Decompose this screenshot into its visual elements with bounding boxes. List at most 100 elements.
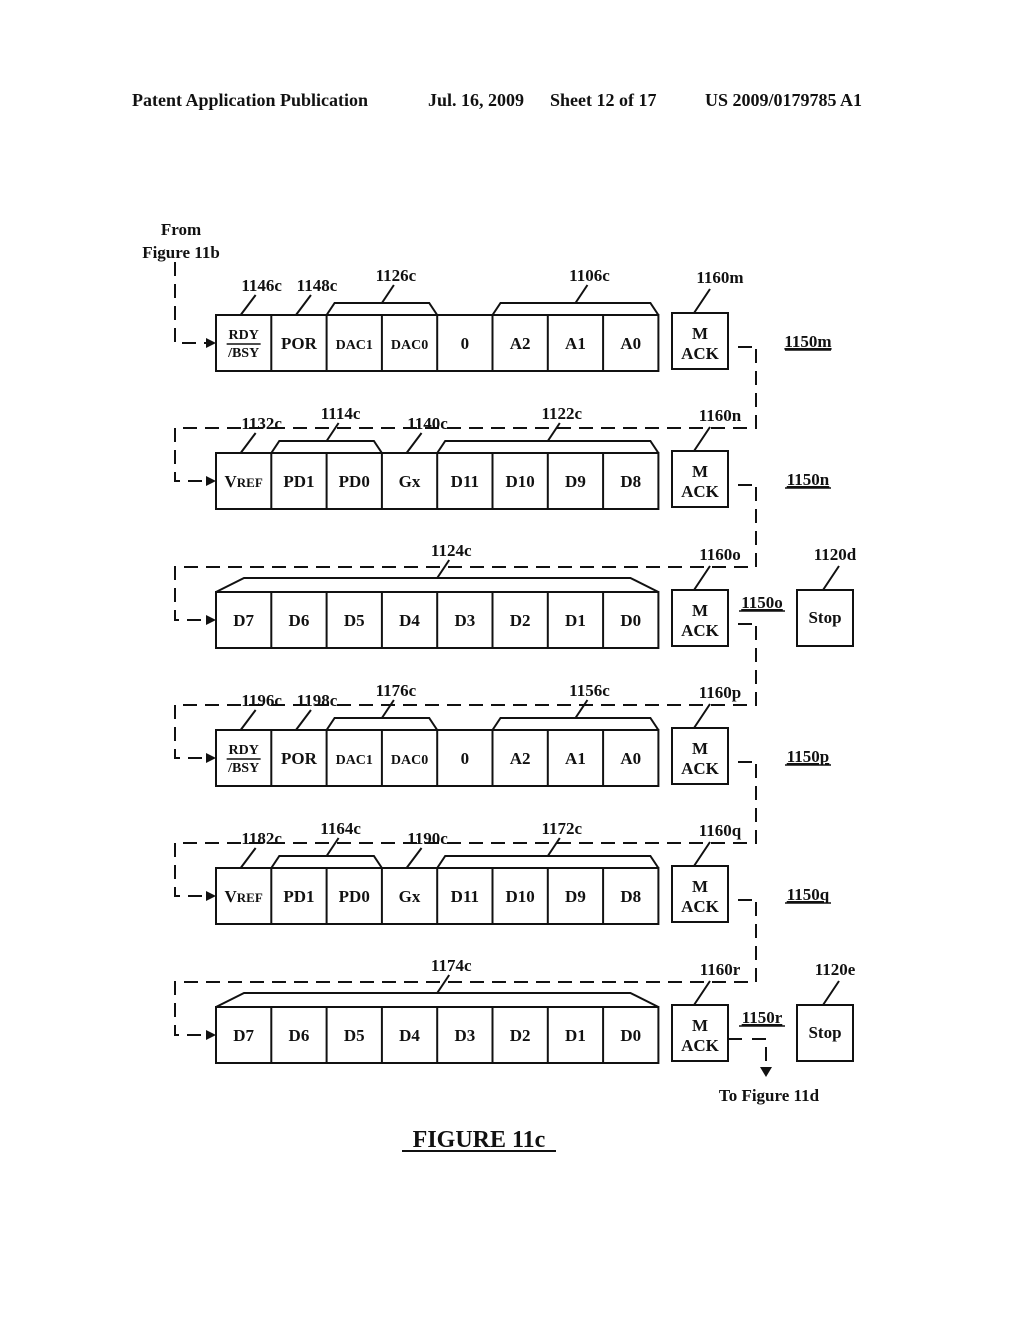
frame-row-1150n: VREF PD1 PD0 Gx D11 D10 D9 D8 1132c 1114c 1140c 112…	[174, 349, 831, 510]
leader-line	[295, 294, 312, 316]
bit-cell-label: DAC1	[336, 753, 373, 768]
reference-label: 1198c	[297, 691, 338, 710]
bit-cell-label: D4	[399, 611, 420, 630]
ack-label: ACK	[681, 482, 720, 501]
reference-label: 1126c	[376, 266, 417, 285]
bit-cell-label: /BSY	[227, 761, 259, 776]
row-reference-label: 1150p	[787, 747, 830, 766]
leader-line	[239, 432, 257, 454]
ack-label: ACK	[681, 759, 720, 778]
ack-label: ACK	[681, 1036, 720, 1055]
bit-cell-label: PD1	[283, 887, 314, 906]
brace	[270, 440, 383, 454]
bit-cell-label: A0	[620, 749, 641, 768]
arrow-head-icon	[206, 338, 216, 348]
frame-sequence-diagram: From Figure 11b RDY/BSY POR DAC1 DAC0 0 A2 A1 A0 1…	[142, 220, 857, 1153]
ack-label: M	[692, 1016, 708, 1035]
bit-cell-label: D5	[344, 1026, 365, 1045]
leader-line	[325, 837, 340, 857]
bit-cell-label: D3	[454, 611, 475, 630]
brace	[215, 992, 659, 1008]
frame-row-1150p: RDY/BSY POR DAC1 DAC0 0 A2 A1 A0 1196c 1198c 1176c…	[174, 626, 831, 787]
leader-line	[693, 703, 711, 729]
bit-cell-label: D11	[451, 887, 479, 906]
leader-line	[295, 709, 312, 731]
bit-cell-label: VREF	[225, 472, 263, 491]
ack-reference-label: 1160p	[699, 683, 742, 702]
bit-cell-label: A0	[620, 334, 641, 353]
leader-line	[546, 422, 561, 442]
bit-cell-label: D6	[289, 1026, 310, 1045]
brace	[325, 717, 439, 731]
frame-row-1150o: D7 D6 D5 D4 D3 D2 D1 D0 1124c MACK 1160o 1150o Stop 1…	[174, 487, 857, 649]
frame-row-1150r: D7 D6 D5 D4 D3 D2 D1 D0 1174c MACK 1160r 1150r Stop 1…	[174, 902, 856, 1077]
bit-cell-label: D3	[454, 1026, 475, 1045]
bit-cell-label: DAC1	[336, 338, 373, 353]
reference-label: 1124c	[431, 541, 472, 560]
ack-reference-label: 1160n	[699, 406, 742, 425]
leader-line	[381, 699, 395, 719]
row-reference-label: 1150o	[741, 593, 783, 612]
brace	[491, 717, 660, 731]
leader-line	[693, 426, 711, 452]
bit-cell-label: D1	[565, 611, 586, 630]
brace	[325, 302, 439, 316]
dashed-connector	[738, 623, 757, 634]
reference-label: 1196c	[241, 691, 282, 710]
ack-label: M	[692, 324, 708, 343]
bit-cell-label: RDY	[228, 328, 258, 343]
bit-cell-label: D7	[233, 611, 254, 630]
reference-label: 1106c	[569, 266, 610, 285]
bit-cell-label: D10	[506, 887, 535, 906]
arrow-down-icon	[760, 1067, 772, 1077]
bit-cell-label: D2	[510, 1026, 531, 1045]
bit-cell-label: D2	[510, 611, 531, 630]
dashed-connector	[738, 761, 757, 772]
row-reference-label: 1150n	[787, 470, 830, 489]
leader-line	[325, 422, 340, 442]
bit-cell-label: VREF	[225, 887, 263, 906]
reference-label: 1156c	[569, 681, 610, 700]
leader-line	[436, 559, 451, 579]
stop-reference-label: 1120d	[814, 545, 857, 564]
ack-label: ACK	[681, 897, 720, 916]
stop-label: Stop	[808, 608, 841, 627]
arrow-head-icon	[206, 1030, 216, 1040]
dashed-connector	[738, 484, 757, 495]
leader-line	[822, 980, 840, 1006]
ack-reference-label: 1160r	[700, 960, 741, 979]
ack-label: ACK	[681, 621, 720, 640]
reference-label: 1132c	[241, 414, 282, 433]
bit-cell-label: PD0	[339, 887, 370, 906]
bit-cell-label: D7	[233, 1026, 254, 1045]
brace	[436, 440, 660, 454]
to-label: To Figure 11d	[719, 1086, 820, 1105]
bit-cell-label: D6	[289, 611, 310, 630]
reference-label: 1172c	[541, 819, 582, 838]
arrow-head-icon	[206, 753, 216, 763]
bit-cell-label: D8	[620, 472, 641, 491]
bit-cell-label: RDY	[228, 743, 258, 758]
ack-label: M	[692, 739, 708, 758]
bit-cell-label: D4	[399, 1026, 420, 1045]
ack-label: M	[692, 601, 708, 620]
bit-cell-label: A1	[565, 334, 586, 353]
dashed-connector	[738, 346, 757, 357]
row-reference-label: 1150r	[742, 1008, 783, 1027]
leader-line	[693, 288, 711, 314]
leader-line	[239, 294, 257, 316]
reference-label: 1140c	[407, 414, 448, 433]
bit-cell-label: PD0	[339, 472, 370, 491]
leader-line	[546, 837, 561, 857]
brace	[270, 855, 383, 869]
bit-cell-label: D9	[565, 887, 586, 906]
bit-cell-label: 0	[461, 749, 470, 768]
arrow-head-icon	[206, 476, 216, 486]
frame-row-1150m: RDY/BSY POR DAC1 DAC0 0 A2 A1 A0 1146c 1148c 1126c…	[174, 262, 832, 372]
bit-cell-label: POR	[281, 749, 318, 768]
arrow-head-icon	[206, 891, 216, 901]
dashed-connector	[728, 1038, 767, 1069]
arrow-head-icon	[206, 615, 216, 625]
bit-cell-label: Gx	[399, 887, 421, 906]
bit-cell-label: DAC0	[391, 338, 428, 353]
